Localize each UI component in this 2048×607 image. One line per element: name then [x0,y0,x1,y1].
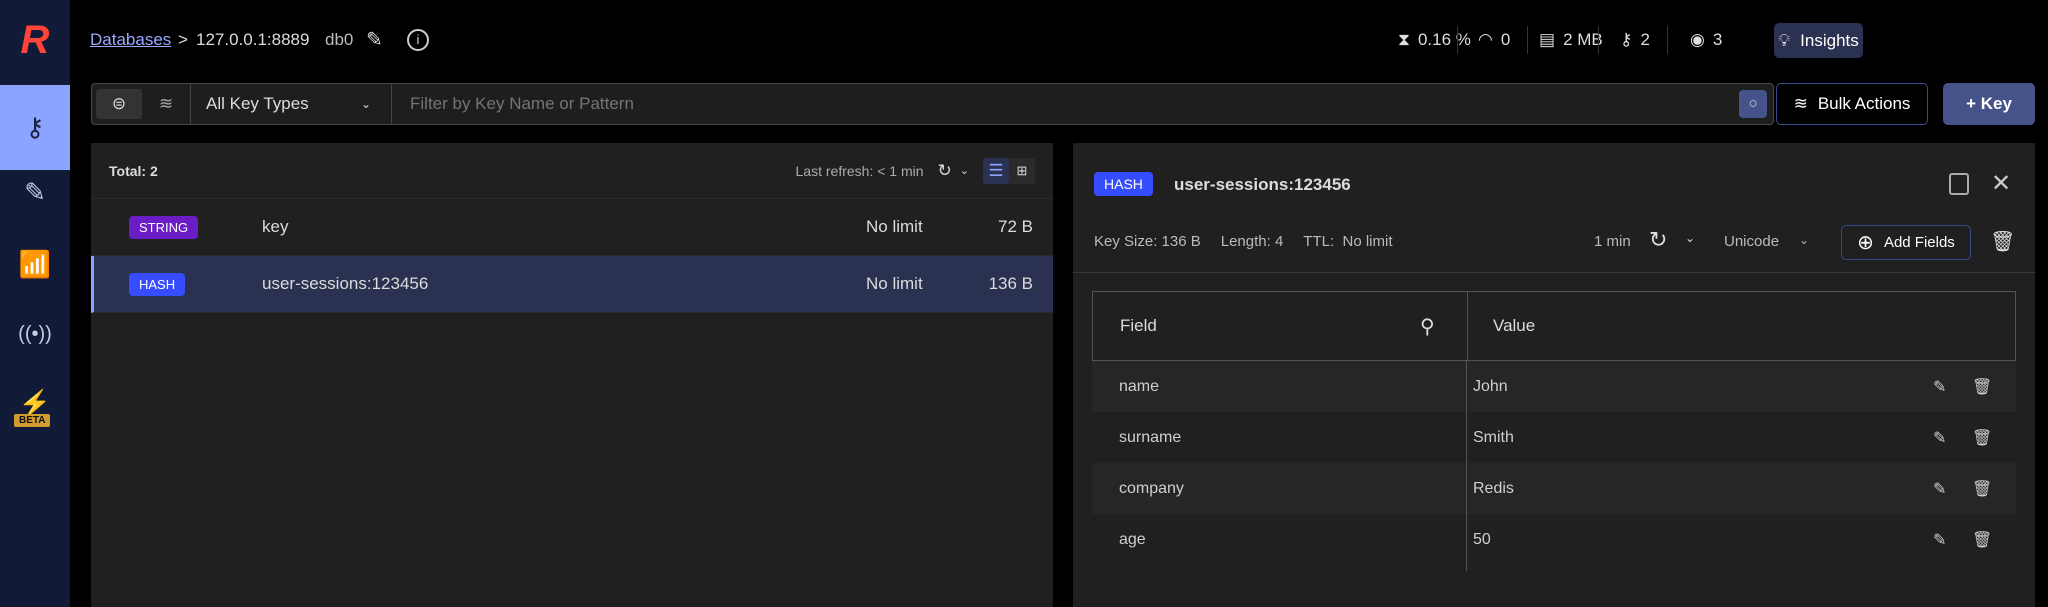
edit-pencil-icon[interactable]: ✎ [1933,530,1946,550]
cpu-stat: ⧗ 0.16 % [1398,30,1471,49]
edit-pencil-icon[interactable]: ✎ [1933,428,1946,448]
key-icon: ⚷ [1620,30,1633,49]
table-row: company Redis ✎ 🗑︎ [1092,463,2016,514]
type-badge: HASH [129,272,186,296]
refresh-interval: 1 min [1594,233,1631,250]
layers-icon: ≋ [1793,94,1808,113]
key-type-select[interactable]: All Key Types ⌄ [190,84,392,124]
table-body: name John ✎ 🗑︎ surname Smith ✎ 🗑︎ company Redis… [1092,361,2016,571]
redis-logo[interactable]: R [0,5,70,75]
chevron-down-icon: ⌄ [1799,233,1810,247]
key-meta: Key Size: 136 B Length: 4 TTL: No limit [1094,233,1393,250]
sidebar: R ⚷ ✎ 📶 ((•)) ⚡ BETA [0,0,70,607]
key-size: 136 B [988,274,1033,293]
format-select[interactable]: Unicode ⌄ [1724,233,1809,250]
keys-stat: ⚷ 2 [1620,30,1650,49]
table-row: age 50 ✎ 🗑︎ [1119,530,1993,550]
breadcrumb-host: 127.0.0.1:8889 [196,30,310,49]
analytics-nav-chart-icon[interactable]: 📶 [0,229,70,299]
trash-icon[interactable]: 🗑︎ [1972,377,1992,397]
lightbulb-icon: 💡︎ [1778,30,1791,50]
filter-bar: ⊜ ≋ All Key Types⌄ ○ [91,83,1774,125]
delete-key-trash-icon[interactable]: 🗑︎ [1990,229,2015,254]
fullscreen-icon[interactable] [1949,173,1969,195]
chevron-down-icon[interactable]: ⌄ [960,164,969,177]
bulk-actions-button[interactable]: ≋ Bulk Actions [1776,83,1928,125]
info-icon[interactable]: i [407,29,429,51]
key-size: Key Size: 136 B [1094,233,1201,250]
key-title[interactable]: user-sessions:123456 [1174,175,1351,195]
clients-stat: ◉ 3 [1690,30,1723,49]
edit-pencil-icon[interactable]: ✎ [1933,479,1946,499]
memory-card-icon: ▤ [1539,30,1556,49]
key-filter-input[interactable] [392,94,1739,114]
column-header-field: Field [1120,316,1157,335]
tree-view-icon[interactable]: ⊞ [1009,157,1035,184]
table-header: Field ⚲ Value [1092,291,2016,362]
pubsub-nav-broadcast-icon[interactable]: ((•)) [0,299,70,369]
beta-badge: BETA [14,414,51,427]
trash-icon[interactable]: 🗑︎ [1972,428,1992,448]
key-row[interactable]: STRING key No limit 72 B [91,199,1053,256]
type-badge: HASH [1094,172,1153,196]
filter-mode-icon[interactable]: ⊜ [96,89,142,119]
fields-table: Field ⚲ Value name John ✎ 🗑︎ surname Smith ✎ 🗑… [1092,291,2016,607]
insights-button[interactable]: 💡︎ Insights [1774,23,1863,58]
key-ttl: No limit [866,274,923,293]
memory-stat: ▤ 2 MB [1539,30,1603,49]
key-size: 72 B [998,217,1033,236]
edit-db-pencil-icon[interactable]: ✎ [366,27,383,52]
key-length: Length: 4 [1220,233,1284,250]
key-details-panel: HASH user-sessions:123456 ✕ Key Size: 13… [1073,143,2035,607]
search-icon[interactable]: ○ [1739,90,1767,118]
key-ttl[interactable]: TTL: No limit [1303,233,1392,250]
breadcrumb-separator: > [178,30,188,49]
workbench-nav-edit-icon[interactable]: ✎ [0,157,70,227]
refresh-icon[interactable]: ↻ [938,161,952,181]
table-row: name John ✎ 🗑︎ [1092,361,2016,412]
trash-icon[interactable]: 🗑︎ [1972,479,1992,499]
total-count: Total: 2 [109,162,158,179]
user-circle-icon: ◉ [1690,30,1705,49]
chevron-down-icon[interactable]: ⌄ [1685,231,1695,245]
refresh-icon[interactable]: ↻ [1649,227,1667,253]
chevron-down-icon: ⌄ [360,97,371,111]
key-name: key [262,217,289,236]
column-header-value: Value [1493,316,1536,335]
plus-circle-icon: ⊕ [1857,232,1874,254]
list-view-icon[interactable]: ☰ [983,157,1009,184]
key-list-panel: Total: 2 Last refresh: < 1 min ↻ ⌄ ☰ ⊞ S… [91,143,1053,607]
ops-stat: ◠ 0 [1478,30,1511,49]
add-fields-button[interactable]: ⊕ Add Fields [1841,225,1971,260]
breadcrumb-databases-link[interactable]: Databases [90,30,171,50]
gauge-icon: ◠ [1478,30,1493,49]
close-icon[interactable]: ✕ [1991,169,2011,198]
type-badge: STRING [129,215,199,239]
key-name: user-sessions:123456 [262,274,429,293]
triggers-nav-lightning-icon[interactable]: ⚡ BETA [0,368,70,438]
add-key-button[interactable]: + Key [1943,83,2035,125]
table-row: surname Smith ✎ 🗑︎ [1119,428,1993,448]
db-name: db0 [325,30,354,49]
trash-icon[interactable]: 🗑︎ [1972,530,1992,550]
search-mode-icon[interactable]: ≋ [142,94,190,114]
search-field-icon[interactable]: ⚲ [1420,314,1435,339]
key-row-selected[interactable]: HASH user-sessions:123456 No limit 136 B [91,256,1053,313]
hourglass-icon: ⧗ [1398,30,1410,49]
last-refresh: Last refresh: < 1 min [795,162,924,179]
edit-pencil-icon[interactable]: ✎ [1933,377,1946,397]
key-ttl: No limit [866,217,923,236]
key-list-header: Total: 2 Last refresh: < 1 min ↻ ⌄ ☰ ⊞ [91,143,1053,199]
